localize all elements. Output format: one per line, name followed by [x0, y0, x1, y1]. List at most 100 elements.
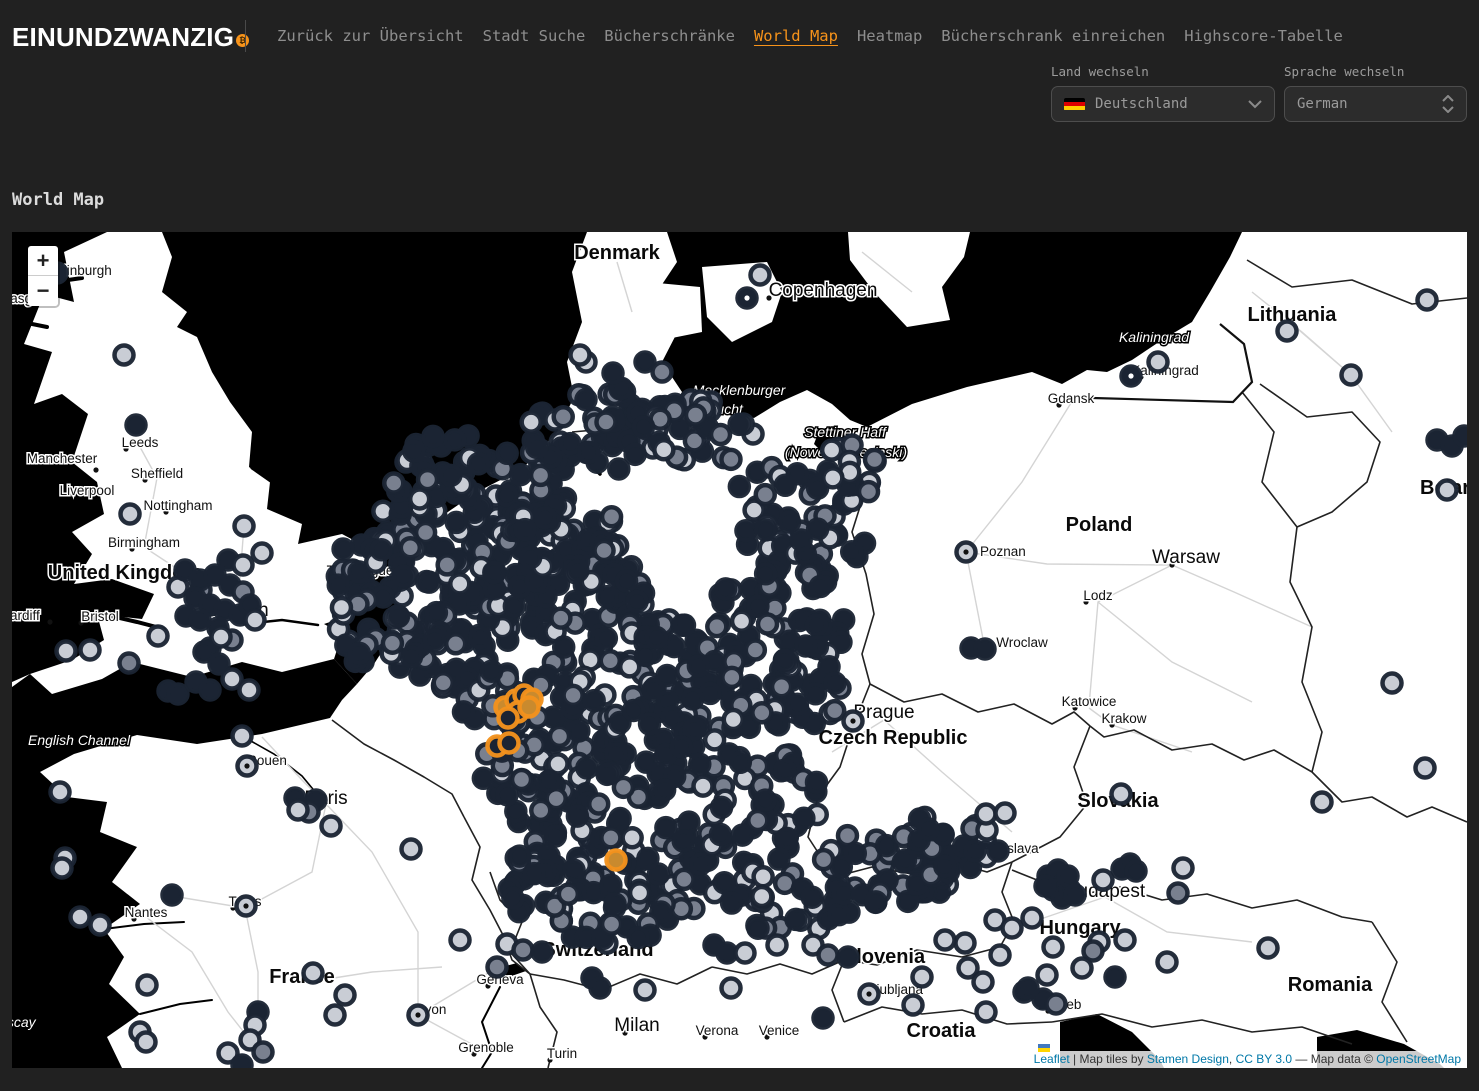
map-marker[interactable]	[606, 894, 625, 913]
map-marker[interactable]	[137, 1033, 156, 1052]
map-marker[interactable]	[498, 785, 517, 804]
map-marker[interactable]	[756, 791, 775, 810]
map-marker[interactable]	[823, 468, 842, 487]
map-marker[interactable]	[595, 541, 614, 560]
map-marker[interactable]	[469, 454, 488, 473]
map-marker[interactable]	[350, 644, 369, 663]
map-marker[interactable]	[536, 508, 555, 527]
map-marker[interactable]	[778, 829, 797, 848]
map-marker[interactable]	[601, 651, 620, 670]
map-marker[interactable]	[254, 1043, 273, 1062]
map-marker[interactable]	[655, 780, 674, 799]
map-marker[interactable]	[936, 931, 955, 950]
map-marker[interactable]	[334, 540, 353, 559]
map-marker[interactable]	[640, 714, 659, 733]
map-marker[interactable]	[609, 459, 628, 478]
map-marker[interactable]	[772, 677, 791, 696]
map-marker[interactable]	[514, 941, 533, 960]
map-marker[interactable]	[794, 809, 813, 828]
map-marker[interactable]	[533, 943, 552, 962]
map-marker[interactable]	[498, 444, 517, 463]
nav-link-2[interactable]: Bücherschränke	[604, 27, 735, 45]
map-marker[interactable]	[550, 727, 569, 746]
map-marker[interactable]	[53, 859, 72, 878]
osm-link[interactable]: OpenStreetMap	[1376, 1052, 1461, 1066]
map-marker[interactable]	[240, 681, 259, 700]
map-marker[interactable]	[653, 363, 672, 382]
ccby-link[interactable]: CC BY 3.0	[1236, 1052, 1292, 1066]
map-marker[interactable]	[751, 266, 770, 285]
map-marker[interactable]	[656, 818, 675, 837]
map-marker[interactable]	[1149, 353, 1168, 372]
map-marker[interactable]	[1073, 959, 1092, 978]
map-marker[interactable]	[551, 609, 570, 628]
map-marker[interactable]	[1174, 859, 1193, 878]
map-marker[interactable]	[505, 597, 524, 616]
map-marker[interactable]	[1023, 909, 1042, 928]
map-marker[interactable]	[769, 850, 788, 869]
map-marker[interactable]	[598, 765, 617, 784]
map-marker[interactable]	[826, 674, 845, 693]
map-marker[interactable]	[233, 727, 252, 746]
map-marker[interactable]	[471, 628, 490, 647]
map-marker[interactable]	[474, 769, 493, 788]
map-marker[interactable]	[577, 758, 596, 777]
map-marker[interactable]	[484, 563, 503, 582]
map-marker[interactable]	[402, 647, 421, 666]
map-marker[interactable]	[384, 474, 403, 493]
map-marker[interactable]	[792, 531, 811, 550]
map-marker[interactable]	[434, 673, 453, 692]
map-marker[interactable]	[91, 916, 110, 935]
map-marker[interactable]	[976, 640, 995, 659]
map-marker[interactable]	[748, 919, 767, 938]
country-select[interactable]: Deutschland	[1051, 86, 1275, 122]
map-marker[interactable]	[722, 979, 741, 998]
orange-map-marker[interactable]	[607, 851, 626, 870]
map-marker[interactable]	[591, 979, 610, 998]
map-marker[interactable]	[503, 889, 522, 908]
map-marker[interactable]	[768, 936, 787, 955]
map-marker[interactable]	[775, 761, 794, 780]
map-marker[interactable]	[1313, 793, 1332, 812]
map-marker[interactable]	[733, 826, 752, 845]
map-marker[interactable]	[839, 948, 858, 967]
stamen-link[interactable]: Stamen Design	[1147, 1052, 1229, 1066]
map-marker[interactable]	[525, 864, 544, 883]
map-marker[interactable]	[445, 430, 464, 449]
map-marker[interactable]	[233, 1056, 252, 1069]
map-marker[interactable]	[1418, 291, 1437, 310]
map-marker[interactable]	[825, 701, 844, 720]
map-marker[interactable]	[859, 482, 878, 501]
map-marker[interactable]	[589, 794, 608, 813]
map-marker[interactable]	[746, 640, 765, 659]
map-marker[interactable]	[427, 603, 446, 622]
leaflet-link[interactable]: Leaflet	[1034, 1052, 1070, 1066]
map-marker[interactable]	[732, 612, 751, 631]
map-marker[interactable]	[488, 958, 507, 977]
map-marker[interactable]	[617, 571, 636, 590]
map-marker[interactable]	[212, 628, 231, 647]
map-marker[interactable]	[752, 703, 771, 722]
zoom-in-button[interactable]: +	[28, 246, 58, 276]
map-marker[interactable]	[611, 809, 630, 828]
map-marker[interactable]	[418, 470, 437, 489]
map-marker[interactable]	[630, 883, 649, 902]
map-marker[interactable]	[691, 854, 710, 873]
map-marker[interactable]	[57, 642, 76, 661]
map-marker[interactable]	[829, 905, 848, 924]
map-marker[interactable]	[561, 434, 580, 453]
map-marker[interactable]	[326, 1006, 345, 1025]
map-marker[interactable]	[776, 476, 795, 495]
map-marker[interactable]	[1383, 674, 1402, 693]
map-marker[interactable]	[149, 627, 168, 646]
map-marker[interactable]	[707, 617, 726, 636]
map-marker[interactable]	[424, 427, 443, 446]
map-marker[interactable]	[401, 538, 420, 557]
map-marker[interactable]	[234, 556, 253, 575]
map-marker[interactable]	[454, 702, 473, 721]
language-select[interactable]: German	[1284, 86, 1467, 122]
map-marker[interactable]	[515, 520, 534, 539]
map-marker[interactable]	[756, 520, 775, 539]
map-marker[interactable]	[715, 873, 734, 892]
map-marker[interactable]	[127, 416, 146, 435]
